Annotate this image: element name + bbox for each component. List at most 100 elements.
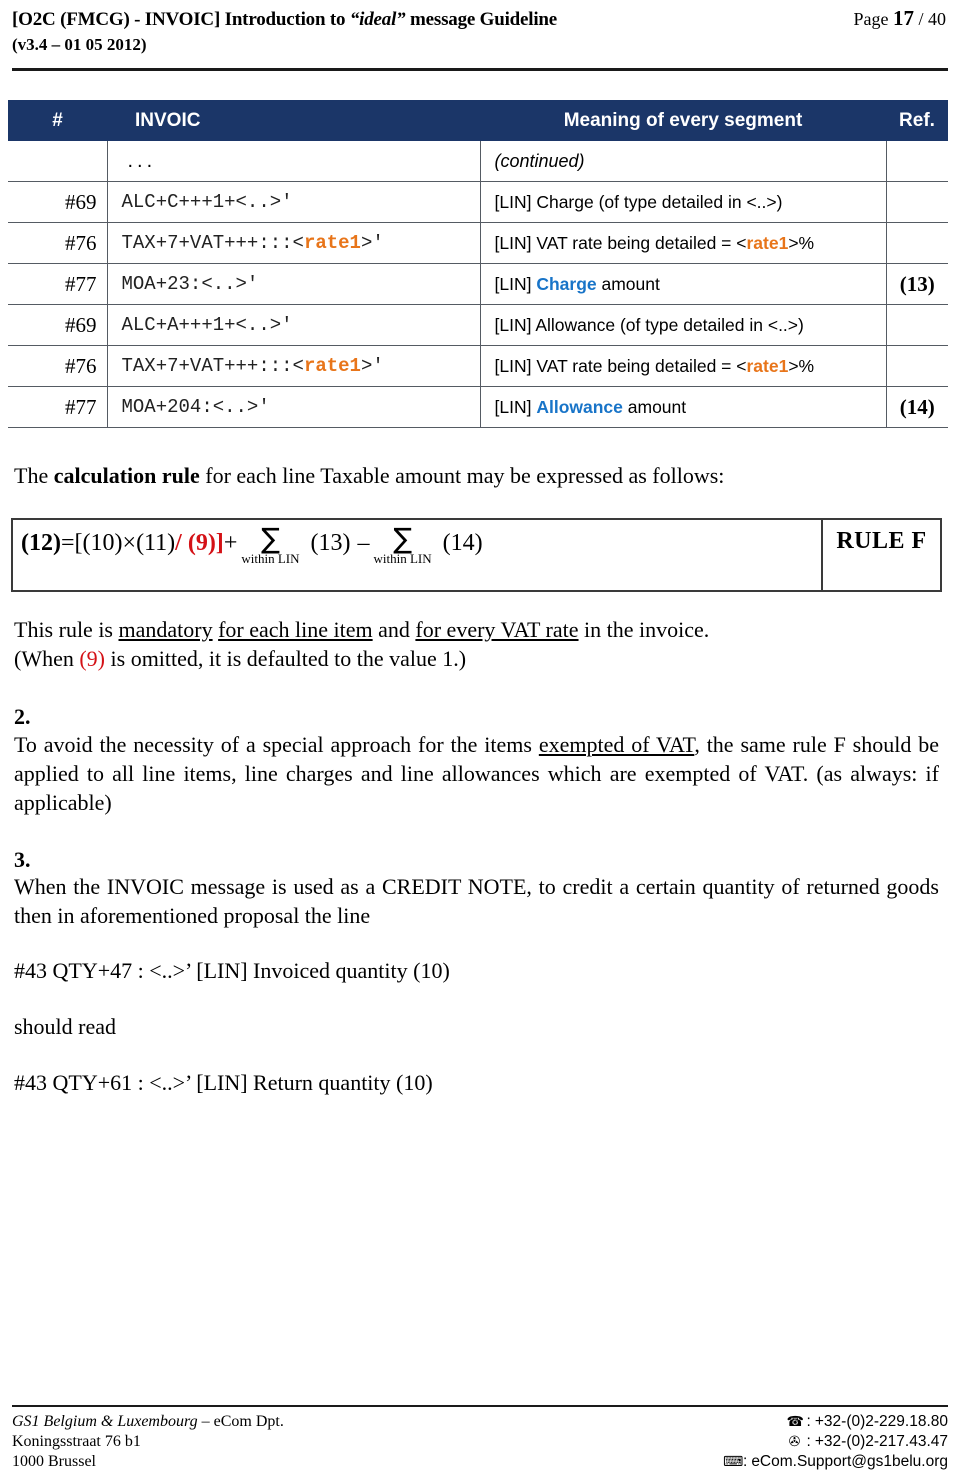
rule-mandatory-underline-3: for every VAT rate (415, 617, 579, 642)
formula-box: (12) = [(10) × (11) / (9)] + ∑ within LI… (11, 518, 942, 592)
cell-meaning: [LIN] Charge (of type detailed in <..>) (479, 181, 887, 223)
calc-intro-prefix: The (14, 463, 54, 488)
formula-minus-operator: – (357, 530, 370, 556)
cell-invoic: ... (106, 141, 481, 182)
calc-intro-bold: calculation rule (53, 463, 200, 488)
meaning-token: rate1 (746, 232, 789, 253)
rule-mandatory-underline-1: mandatory (118, 617, 213, 642)
table-row: #77 MOA+23:<..>' [LIN] Charge amount (13… (8, 263, 948, 305)
page-indicator: Page 17 / 40 (853, 6, 948, 31)
default-text-suffix: is omitted, it is defaulted to the value… (105, 646, 467, 671)
invoic-suffix: >' (360, 355, 384, 377)
rule-mandatory-paragraph: This rule is mandatory for each line ite… (14, 615, 939, 644)
rule-cell: RULE F (823, 520, 940, 590)
cell-meaning: [LIN] Charge amount (479, 263, 887, 305)
formula-term-1: (13) (310, 530, 351, 556)
page-number: 17 (892, 6, 914, 30)
formula-plus-operator: + (223, 530, 238, 556)
header-divider (12, 68, 948, 71)
note-2-text-prefix: To avoid the necessity of a special appr… (14, 732, 539, 757)
meaning-suffix: >% (788, 355, 815, 376)
cell-invoic: MOA+204:<..>' (106, 386, 481, 428)
rule-mandatory-underline-2: for each line item (218, 617, 373, 642)
summation-2: ∑ within LIN (373, 522, 432, 566)
table-row: ... (continued) (8, 141, 948, 182)
fax-icon: ✇ (788, 1434, 801, 1450)
sigma-icon: ∑ (260, 522, 280, 555)
cell-ref: (14) (885, 386, 948, 428)
segment-table-body: ... (continued) #69 ALC+C+++1+<..>' [LIN… (8, 141, 948, 428)
meaning-suffix: amount (622, 396, 687, 417)
invoic-prefix: TAX+7+VAT+++:::< (121, 355, 304, 377)
table-row: #69 ALC+C+++1+<..>' [LIN] Charge (of typ… (8, 181, 948, 223)
footer-address: GS1 Belgium & Luxembourg – eCom Dpt. Kon… (12, 1412, 284, 1472)
cell-invoic: ALC+A+++1+<..>' (106, 304, 481, 346)
page-label: Page (853, 9, 893, 29)
cell-ref (885, 345, 948, 387)
segment-line-new: #43 QTY+61 : <..>’ [LIN] Return quantity… (14, 1070, 433, 1095)
footer-divider (12, 1405, 948, 1407)
header-line-1: [O2C (FMCG) - INVOIC] Introduction to “i… (12, 6, 948, 32)
sigma-subscript: within LIN (373, 551, 432, 566)
cell-ref (885, 304, 948, 346)
document-title-main: [O2C (FMCG) - INVOIC] Introduction to (12, 9, 350, 30)
note-3-paragraph: When the INVOIC message is used as a CRE… (14, 874, 939, 928)
sigma-icon: ∑ (393, 522, 412, 555)
formula-expression: (12) = [(10) × (11) / (9)] + ∑ within LI… (21, 520, 483, 567)
invoic-prefix: TAX+7+VAT+++:::< (121, 232, 304, 254)
default-reference-red: (9) (79, 646, 106, 671)
footer-fax-row: ✇ : +32-(0)2-217.43.47 (723, 1432, 948, 1452)
cell-number: #69 (8, 304, 108, 346)
meaning-token: rate1 (746, 355, 789, 376)
footer-address-line-1: Koningsstraat 76 b1 (12, 1433, 141, 1450)
footer-fax-separator: : (806, 1433, 811, 1450)
segment-line-old: #43 QTY+47 : <..>’ [LIN] Invoiced quanti… (14, 958, 450, 983)
meaning-prefix: [LIN] (494, 273, 537, 294)
cell-meaning: [LIN] VAT rate being detailed = <rate1>% (479, 222, 887, 264)
cell-invoic: TAX+7+VAT+++:::<rate1>' (106, 222, 481, 264)
cell-number: #76 (8, 222, 108, 264)
rule-mandatory-text-4: in the invoice. (578, 617, 710, 642)
rule-mandatory-text-3: and (372, 617, 416, 642)
footer-contact: ☎ : +32-(0)2-229.18.80 ✇ : +32-(0)2-217.… (723, 1412, 948, 1472)
footer-org-line: GS1 Belgium & Luxembourg – eCom Dpt. (12, 1412, 284, 1432)
invoic-token: rate1 (303, 355, 361, 377)
cell-meaning: [LIN] VAT rate being detailed = <rate1>% (479, 345, 887, 387)
cell-invoic: ALC+C+++1+<..>' (106, 181, 481, 223)
document-title-tail: message Guideline (405, 9, 558, 30)
page-footer: GS1 Belgium & Luxembourg – eCom Dpt. Kon… (12, 1412, 948, 1472)
cell-meaning: (continued) (479, 141, 887, 182)
cell-invoic: MOA+23:<..>' (106, 263, 481, 305)
cell-invoic: TAX+7+VAT+++:::<rate1>' (106, 345, 481, 387)
cell-ref (885, 141, 948, 182)
formula-bracket-open: [(10) (74, 530, 123, 556)
formula-times-operator: × (122, 530, 137, 556)
formula-divisor-red: / (9)] (175, 530, 224, 556)
column-header-ref: Ref. (886, 100, 948, 141)
note-3-number: 3. (14, 847, 31, 872)
cell-number: #77 (8, 386, 108, 428)
meaning-suffix: amount (596, 273, 660, 294)
table-row: #69 ALC+A+++1+<..>' [LIN] Allowance (of … (8, 304, 948, 346)
formula-term-2: (14) (442, 530, 483, 556)
default-value-paragraph: (When (9) is omitted, it is defaulted to… (14, 644, 939, 673)
document-title: [O2C (FMCG) - INVOIC] Introduction to “i… (12, 8, 557, 32)
meaning-suffix: >% (788, 232, 815, 253)
footer-fax-number: +32-(0)2-217.43.47 (814, 1433, 948, 1450)
should-read-label: should read (14, 1014, 117, 1039)
meaning-prefix: [LIN] VAT rate being detailed = < (494, 232, 747, 253)
cell-meaning: [LIN] Allowance (of type detailed in <..… (479, 304, 887, 346)
footer-email-row: ⌨ : eCom.Support@gs1belu.org (723, 1452, 948, 1472)
formula-cell: (12) = [(10) × (11) / (9)] + ∑ within LI… (13, 520, 823, 590)
meaning-prefix: [LIN] (494, 396, 537, 417)
page-total: / 40 (913, 9, 946, 29)
footer-address-line-2: 1000 Brussel (12, 1453, 96, 1470)
table-row: #76 TAX+7+VAT+++:::<rate1>' [LIN] VAT ra… (8, 222, 948, 264)
note-2-number: 2. (14, 704, 31, 729)
footer-phone-separator: : (806, 1413, 811, 1430)
cell-ref (885, 181, 948, 223)
footer-email-address: eCom.Support@gs1belu.org (751, 1453, 948, 1470)
invoic-suffix: >' (360, 232, 384, 254)
column-header-invoic: INVOIC (107, 100, 480, 141)
document-title-quoted: “ideal” (349, 9, 406, 30)
